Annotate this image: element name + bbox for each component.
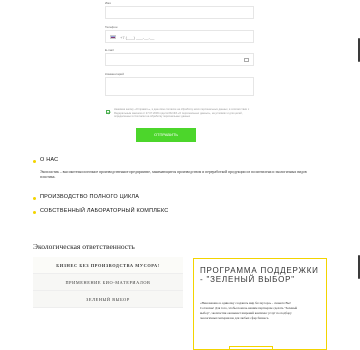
email-label: E-mail (105, 48, 114, 52)
phone-mask: +7 (___) ___-__-__ (120, 35, 155, 40)
ecology-menu: БИЗНЕС БЕЗ ПРОИЗВОДСТВА МУСОРА! ПРИМЕНЕН… (33, 257, 183, 308)
name-label: Имя (105, 1, 111, 5)
comment-field[interactable] (105, 77, 254, 96)
comment-label: Комментарий (105, 72, 124, 76)
card-body: «Невозможно в одиночку создавать мир без… (200, 301, 298, 320)
about-title: О НАС (40, 157, 59, 163)
about-description: Экопластик – высокотехнологичное произво… (40, 170, 307, 179)
phone-field[interactable]: +7 (___) ___-__-__ (105, 30, 254, 43)
bullet-icon (33, 160, 36, 163)
about-item: ПРОИЗВОДСТВО ПОЛНОГО ЦИКЛА (40, 194, 140, 200)
menu-item-green-choice[interactable]: ЗЕЛЕНЫЙ ВЫБОР (33, 291, 183, 308)
phone-label: Телефон (105, 25, 118, 29)
consent-checkbox[interactable] (106, 110, 110, 114)
country-flag-icon[interactable] (110, 35, 116, 39)
email-field[interactable] (105, 53, 254, 66)
menu-item-zero-waste[interactable]: БИЗНЕС БЕЗ ПРОИЗВОДСТВА МУСОРА! (33, 257, 183, 274)
mail-icon (244, 58, 249, 62)
bullet-icon (33, 197, 36, 200)
bullet-icon (33, 211, 36, 214)
name-field[interactable] (105, 6, 254, 19)
consent-text: Нажимая кнопку «Отправить», я даю свое с… (114, 108, 250, 119)
card-title: ПРОГРАММА ПОДДЕРЖКИ - "ЗЕЛЕНЫЙ ВЫБОР" (200, 266, 319, 284)
about-item: СОБСТВЕННЫЙ ЛАБОРАТОРНЫЙ КОМПЛЕКС (40, 208, 169, 214)
submit-button[interactable]: ОТПРАВИТЬ (136, 128, 196, 142)
ecology-title: Экологическая ответственность (33, 242, 135, 251)
menu-item-bio-materials[interactable]: ПРИМЕНЕНИЕ БИО-МАТЕРИАЛОВ (33, 274, 183, 291)
card-button[interactable] (229, 346, 273, 350)
program-card: ПРОГРАММА ПОДДЕРЖКИ - "ЗЕЛЕНЫЙ ВЫБОР" «Н… (193, 258, 327, 350)
